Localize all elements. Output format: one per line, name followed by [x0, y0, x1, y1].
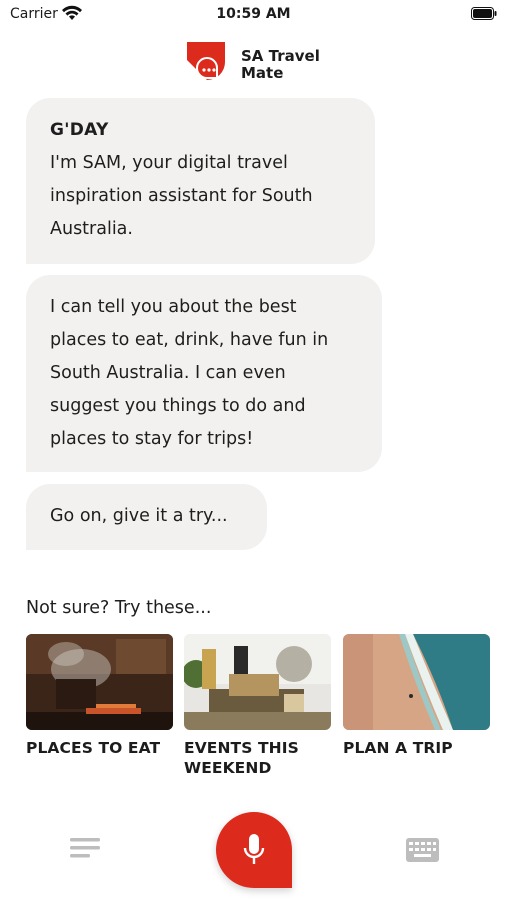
message-text: Go on, give it a try...	[50, 506, 228, 526]
app-title: SA Travel Mate	[241, 47, 320, 82]
status-bar: Carrier 10:59 AM	[0, 0, 507, 30]
events-this-weekend-thumbnail	[184, 634, 331, 730]
card-label: PLAN A TRIP	[343, 739, 453, 757]
sa-travel-mate-logo-icon	[187, 42, 225, 80]
chat-bubble-capabilities: I can tell you about the best places to …	[26, 275, 382, 472]
message-text: I can tell you about the best places to …	[50, 297, 329, 449]
battery-icon	[471, 7, 497, 20]
chat-bubble-welcome: G'DAY I'm SAM, your digital travel inspi…	[26, 98, 375, 264]
message-text: I'm SAM, your digital travel inspiration…	[50, 153, 313, 239]
keyboard-icon[interactable]	[406, 838, 439, 862]
app-header: SA Travel Mate	[185, 40, 335, 85]
suggestion-card-events-this-weekend[interactable]: EVENTS THIS WEEKEND	[184, 634, 331, 778]
suggestion-card-plan-a-trip[interactable]: PLAN A TRIP	[343, 634, 490, 758]
microphone-icon	[243, 834, 265, 864]
card-label: PLACES TO EAT	[26, 739, 161, 757]
status-time: 10:59 AM	[216, 6, 291, 22]
chat-bubble-prompt: Go on, give it a try...	[26, 484, 267, 550]
suggestion-card-places-to-eat[interactable]: PLACES TO EAT	[26, 634, 173, 758]
greeting-text: G'DAY	[50, 120, 109, 140]
plan-a-trip-thumbnail	[343, 634, 490, 730]
places-to-eat-thumbnail	[26, 634, 173, 730]
suggestions-heading: Not sure? Try these...	[26, 598, 212, 618]
card-label: EVENTS THIS WEEKEND	[184, 739, 299, 777]
menu-lines-icon[interactable]	[70, 836, 100, 860]
microphone-button[interactable]	[216, 812, 292, 888]
